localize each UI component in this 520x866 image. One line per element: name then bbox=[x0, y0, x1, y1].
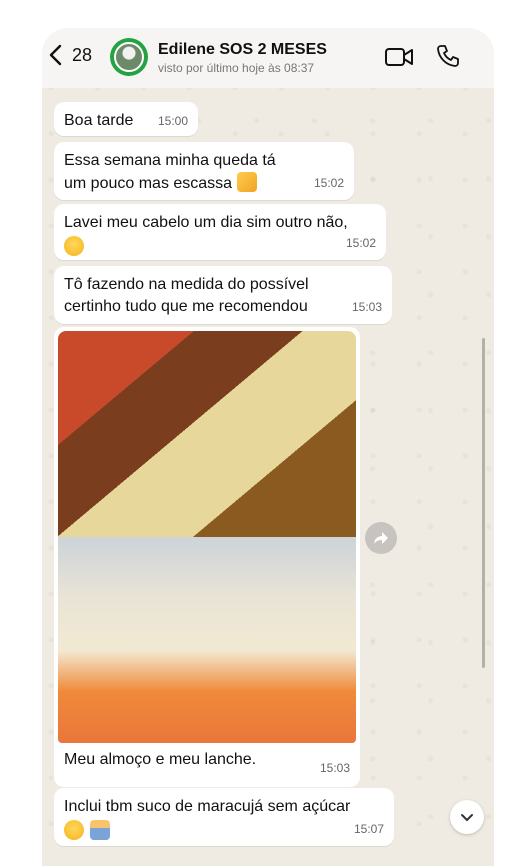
avatar-image bbox=[114, 42, 144, 72]
chevron-left-icon bbox=[49, 44, 62, 66]
message-time: 15:00 bbox=[157, 114, 188, 128]
last-seen-status: visto por último hoje às 08:37 bbox=[158, 61, 315, 75]
back-button[interactable]: 28 bbox=[48, 44, 92, 66]
photo-message-bubble[interactable]: Meu almoço e meu lanche. 15:03 bbox=[54, 327, 360, 787]
message-text: Inclui tbm suco de maracujá sem açúcar bbox=[64, 798, 351, 815]
forward-icon bbox=[374, 532, 388, 544]
message-time: 15:02 bbox=[313, 176, 344, 190]
contact-name[interactable]: Edilene SOS 2 MESES bbox=[158, 41, 327, 59]
video-call-button[interactable] bbox=[384, 45, 414, 69]
message-bubble[interactable]: Tô fazendo na medida do possível certinh… bbox=[54, 266, 392, 324]
chat-window: 28 Edilene SOS 2 MESES visto por último … bbox=[42, 28, 494, 866]
phone-icon bbox=[437, 45, 459, 67]
lunch-photo[interactable] bbox=[58, 331, 356, 537]
chat-header: 28 Edilene SOS 2 MESES visto por último … bbox=[42, 28, 494, 88]
praying-hands-icon bbox=[236, 172, 257, 192]
voice-call-button[interactable] bbox=[436, 44, 460, 68]
avatar[interactable] bbox=[110, 38, 148, 76]
message-text: Essa semana minha queda tá um pouco mas … bbox=[64, 150, 276, 195]
person-gesturing-icon bbox=[90, 820, 110, 840]
message-time: 15:03 bbox=[351, 300, 382, 314]
scrollbar[interactable] bbox=[482, 338, 485, 668]
video-camera-icon bbox=[385, 48, 413, 66]
message-text: Lavei meu cabelo um dia sim outro não, bbox=[64, 214, 348, 231]
forward-button[interactable] bbox=[365, 522, 397, 554]
message-time: 15:03 bbox=[319, 761, 350, 775]
photo-caption: Meu almoço e meu lanche. bbox=[64, 751, 257, 768]
chevron-down-icon bbox=[461, 814, 473, 821]
message-time: 15:02 bbox=[345, 236, 376, 250]
message-bubble[interactable]: Lavei meu cabelo um dia sim outro não, 1… bbox=[54, 204, 386, 260]
message-bubble[interactable]: Inclui tbm suco de maracujá sem açúcar 1… bbox=[54, 788, 394, 846]
message-bubble[interactable]: Essa semana minha queda tá um pouco mas … bbox=[54, 142, 354, 200]
message-text: Tô fazendo na medida do possível certinh… bbox=[64, 276, 309, 315]
smiling-face-icon bbox=[64, 236, 84, 256]
message-bubble[interactable]: Boa tarde 15:00 bbox=[54, 102, 198, 136]
snack-photo[interactable] bbox=[58, 537, 356, 743]
message-time: 15:07 bbox=[353, 822, 384, 836]
message-text: Boa tarde bbox=[64, 112, 134, 129]
smiling-face-icon bbox=[64, 820, 84, 840]
unread-count: 28 bbox=[72, 44, 93, 65]
scroll-to-bottom-button[interactable] bbox=[450, 800, 484, 834]
